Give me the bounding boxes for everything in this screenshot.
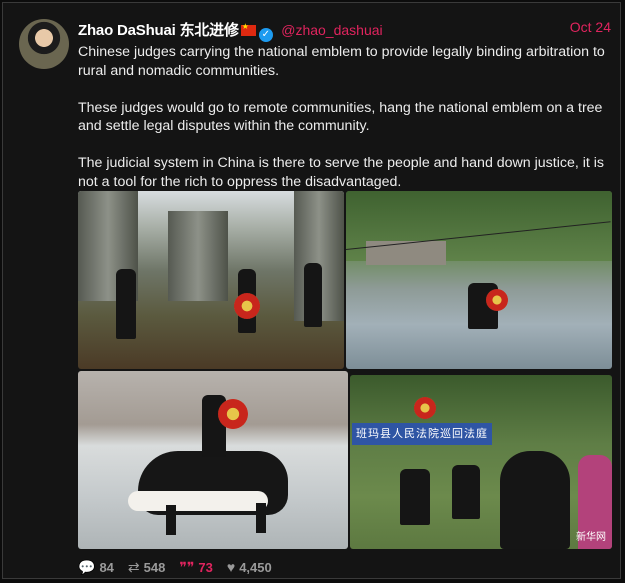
post-card[interactable]: Zhao DaShuai 东北进修✓ @zhao_dashuai Oct 24 … (2, 2, 621, 579)
post-paragraph: Chinese judges carrying the national emb… (78, 44, 605, 79)
heart-icon: ♥ (226, 559, 236, 575)
repost-icon: ⇄ (127, 558, 140, 575)
reply-count: 84 (99, 559, 114, 575)
avatar[interactable] (19, 19, 69, 69)
photo-zipline-crossing[interactable] (346, 191, 612, 369)
photo-canyon-judges[interactable] (78, 191, 344, 369)
post-text: Chinese judges carrying the national emb… (78, 43, 608, 210)
action-bar: 💬 84 ⇄ 548 ❞❞ 73 ♥ 4,450 (78, 558, 272, 576)
repost-button[interactable]: ⇄ 548 (128, 559, 165, 576)
like-count: 4,450 (239, 559, 272, 575)
china-flag-icon (240, 22, 256, 36)
photo-outdoor-court[interactable]: 班玛县人民法院巡回法庭 新华网 (350, 375, 612, 549)
reply-button[interactable]: 💬 84 (78, 559, 114, 576)
author-name[interactable]: Zhao DaShuai 东北进修 (78, 22, 239, 39)
post-date[interactable]: Oct 24 (570, 19, 611, 35)
quote-count: 73 (198, 559, 213, 575)
watermark: 新华网 (576, 532, 606, 543)
post-paragraph: These judges would go to remote communit… (78, 99, 603, 135)
photo-yak-crossing[interactable] (78, 371, 348, 549)
post-paragraph: The judicial system in China is there to… (78, 155, 605, 190)
post-header: Zhao DaShuai 东北进修 ✓ @zhao_dashuai Oct 24 (78, 19, 611, 42)
quote-icon: ❞❞ (179, 558, 195, 575)
comment-icon: 💬 (78, 558, 96, 575)
verified-badge-icon: ✓ (258, 28, 273, 42)
like-button[interactable]: ♥ 4,450 (227, 559, 272, 575)
court-banner: 班玛县人民法院巡回法庭 (352, 423, 492, 445)
author-handle[interactable]: @zhao_dashuai (281, 22, 382, 38)
media-grid: 班玛县人民法院巡回法庭 新华网 (78, 191, 612, 549)
repost-count: 548 (143, 559, 166, 575)
quote-button[interactable]: ❞❞ 73 (179, 559, 213, 576)
